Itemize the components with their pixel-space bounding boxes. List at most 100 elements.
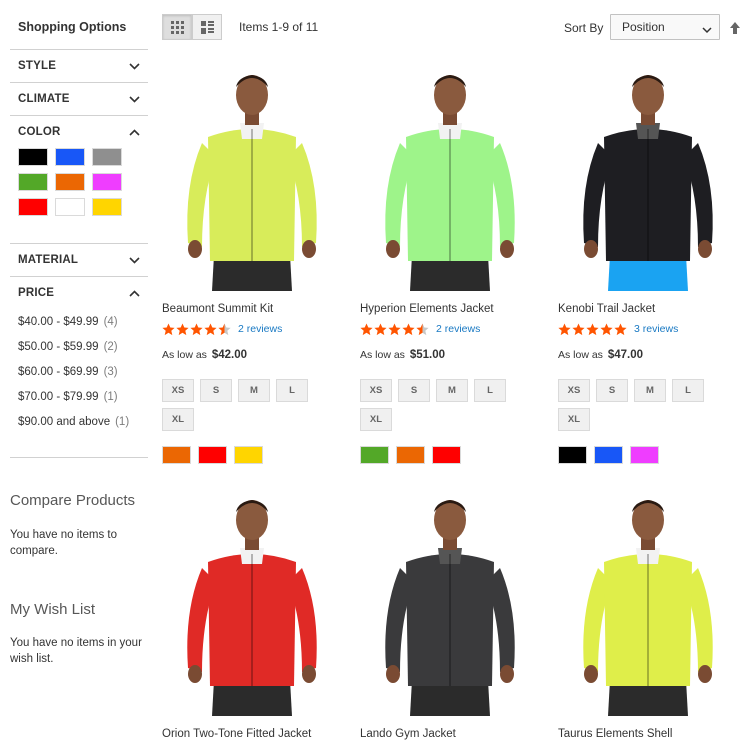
product-name-link[interactable]: Orion Two-Tone Fitted Jacket	[162, 728, 342, 740]
color-option-swatch[interactable]	[630, 446, 659, 464]
price-range-list: $40.00 - $49.99 (4) $50.00 - $59.99 (2) $60.…	[10, 309, 148, 434]
color-option-swatch[interactable]	[558, 446, 587, 464]
product-price: As low as $51.00	[360, 349, 540, 361]
price-range-label[interactable]: $60.00 - $69.99	[18, 366, 99, 378]
color-swatch-blue[interactable]	[55, 148, 85, 166]
product-name-link[interactable]: Taurus Elements Shell	[558, 728, 738, 740]
color-option-swatch[interactable]	[234, 446, 263, 464]
size-option-xs[interactable]: XS	[360, 379, 392, 402]
color-swatch-orange[interactable]	[55, 173, 85, 191]
filter-material-label: MATERIAL	[18, 254, 79, 266]
color-swatch-black[interactable]	[18, 148, 48, 166]
price-range-count: (3)	[103, 365, 118, 378]
price-range-item[interactable]: $50.00 - $59.99 (2)	[18, 334, 140, 359]
filter-style-label: STYLE	[18, 60, 57, 72]
product-image[interactable]	[558, 65, 738, 291]
product-card[interactable]: Hyperion Elements Jacket 2 reviews As lo…	[360, 65, 540, 464]
filter-climate-header[interactable]: CLIMATE	[10, 83, 148, 115]
product-name-link[interactable]: Kenobi Trail Jacket	[558, 303, 738, 315]
size-option-xs[interactable]: XS	[162, 379, 194, 402]
color-swatch-purple[interactable]	[92, 173, 122, 191]
list-icon	[200, 20, 214, 34]
color-option-swatch[interactable]	[396, 446, 425, 464]
filter-material[interactable]: MATERIAL	[10, 243, 148, 276]
size-option-xl[interactable]: XL	[162, 408, 194, 431]
product-card[interactable]: Kenobi Trail Jacket 3 reviews As low as …	[558, 65, 738, 464]
sort-by-select[interactable]: Position	[610, 14, 720, 40]
shopping-options-title: Shopping Options	[18, 20, 127, 34]
sort-direction-arrow-icon[interactable]	[728, 21, 742, 35]
reviews-link[interactable]: 3 reviews	[634, 323, 678, 335]
color-swatch-white[interactable]	[55, 198, 85, 216]
reviews-link[interactable]: 2 reviews	[436, 323, 480, 335]
product-image[interactable]	[162, 65, 342, 291]
filter-price-header[interactable]: PRICE	[10, 277, 148, 309]
price-range-label[interactable]: $70.00 - $79.99	[18, 391, 99, 403]
color-option-swatch[interactable]	[360, 446, 389, 464]
filter-climate[interactable]: CLIMATE	[10, 82, 148, 115]
size-option-m[interactable]: M	[634, 379, 666, 402]
size-option-l[interactable]: L	[672, 379, 704, 402]
filter-style-header[interactable]: STYLE	[10, 50, 148, 82]
size-option-s[interactable]: S	[398, 379, 430, 402]
size-option-l[interactable]: L	[276, 379, 308, 402]
price-range-item[interactable]: $40.00 - $49.99 (4)	[18, 309, 140, 334]
size-options: XS S M L XL	[360, 379, 540, 437]
price-range-label[interactable]: $50.00 - $59.99	[18, 341, 99, 353]
product-card[interactable]: Beaumont Summit Kit 2 reviews As low as …	[162, 65, 342, 464]
filter-material-header[interactable]: MATERIAL	[10, 244, 148, 276]
size-option-xl[interactable]: XL	[360, 408, 392, 431]
filter-color-header[interactable]: COLOR	[10, 116, 148, 148]
color-swatch-gray[interactable]	[92, 148, 122, 166]
product-image[interactable]	[162, 490, 342, 716]
price-range-count: (2)	[103, 340, 118, 353]
price-range-label[interactable]: $90.00 and above	[18, 416, 110, 428]
price-range-item[interactable]: $70.00 - $79.99 (1)	[18, 384, 140, 409]
color-options	[162, 446, 342, 464]
price-prefix: As low as	[162, 349, 207, 361]
size-option-l[interactable]: L	[474, 379, 506, 402]
wish-list-title: My Wish List	[10, 601, 96, 618]
price-range-item[interactable]: $60.00 - $69.99 (3)	[18, 359, 140, 384]
product-card[interactable]: Lando Gym Jacket	[360, 490, 540, 740]
product-name-link[interactable]: Lando Gym Jacket	[360, 728, 540, 740]
product-rating: 3 reviews	[558, 322, 738, 336]
price-prefix: As low as	[360, 349, 405, 361]
size-option-xl[interactable]: XL	[558, 408, 590, 431]
color-swatch-yellow[interactable]	[92, 198, 122, 216]
product-image[interactable]	[558, 490, 738, 716]
size-option-s[interactable]: S	[596, 379, 628, 402]
product-name-link[interactable]: Beaumont Summit Kit	[162, 303, 342, 315]
view-mode-switcher	[162, 14, 222, 40]
star-icon	[218, 323, 231, 335]
filter-style[interactable]: STYLE	[10, 49, 148, 82]
reviews-link[interactable]: 2 reviews	[238, 323, 282, 335]
size-option-m[interactable]: M	[238, 379, 270, 402]
rating-stars	[360, 323, 430, 336]
price-range-label[interactable]: $40.00 - $49.99	[18, 316, 99, 328]
color-option-swatch[interactable]	[198, 446, 227, 464]
color-option-swatch[interactable]	[594, 446, 623, 464]
filter-price[interactable]: PRICE $40.00 - $49.99 (4) $50.00 - $59.99 (…	[10, 276, 148, 434]
color-swatch-red[interactable]	[18, 198, 48, 216]
star-icon	[374, 323, 387, 335]
price-range-count: (1)	[103, 390, 118, 403]
color-option-swatch[interactable]	[432, 446, 461, 464]
color-options	[360, 446, 540, 464]
size-option-xs[interactable]: XS	[558, 379, 590, 402]
product-image[interactable]	[360, 490, 540, 716]
grid-view-button[interactable]	[162, 14, 192, 40]
product-name-link[interactable]: Hyperion Elements Jacket	[360, 303, 540, 315]
list-view-button[interactable]	[192, 14, 222, 40]
price-range-item[interactable]: $90.00 and above (1)	[18, 409, 140, 434]
price-range-count: (4)	[103, 315, 118, 328]
color-swatch-green[interactable]	[18, 173, 48, 191]
color-option-swatch[interactable]	[162, 446, 191, 464]
size-option-m[interactable]: M	[436, 379, 468, 402]
product-card[interactable]: Orion Two-Tone Fitted Jacket	[162, 490, 342, 740]
product-card[interactable]: Taurus Elements Shell	[558, 490, 738, 740]
color-options	[558, 446, 738, 464]
product-image[interactable]	[360, 65, 540, 291]
size-option-s[interactable]: S	[200, 379, 232, 402]
filter-color[interactable]: COLOR	[10, 115, 148, 216]
